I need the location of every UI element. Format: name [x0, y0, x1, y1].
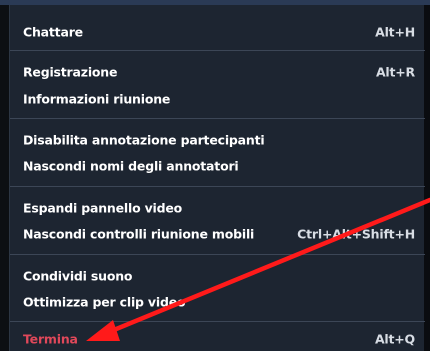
menu-item-label: Nascondi nomi degli annotatori [23, 158, 239, 173]
menu-item-label: Chattare [23, 24, 83, 39]
menu-item-optimize-video-clip[interactable]: Ottimizza per clip video [10, 288, 425, 315]
menu-divider [10, 118, 425, 119]
menu-item-label: Espandi pannello video [23, 200, 183, 215]
menu-item-end-meeting[interactable]: Termina Alt+Q [10, 325, 425, 351]
menu-item-chat[interactable]: Chattare Alt+H [10, 18, 425, 45]
menu-item-disable-annotation[interactable]: Disabilita annotazione partecipanti [10, 126, 425, 153]
menu-item-label: Condividi suono [23, 268, 133, 283]
menu-item-shortcut: Alt+H [375, 24, 415, 39]
menu-item-share-sound[interactable]: Condividi suono [10, 262, 425, 289]
menu-item-hide-annotator-names[interactable]: Nascondi nomi degli annotatori [10, 152, 425, 179]
menu-item-shortcut: Alt+R [375, 64, 415, 79]
menu-divider [10, 186, 425, 187]
menu-divider [10, 50, 425, 51]
menu-divider [10, 254, 425, 255]
menu-divider [10, 321, 425, 322]
menu-item-label: Ottimizza per clip video [23, 294, 186, 309]
menu-item-label: Disabilita annotazione partecipanti [23, 132, 265, 147]
background-left [0, 5, 9, 351]
menu-item-label: Nascondi controlli riunione mobili [23, 226, 255, 241]
menu-item-shortcut: Ctrl+Alt+Shift+H [297, 226, 415, 241]
screenshot-stage: Chattare Alt+H Registrazione Alt+R Infor… [0, 0, 430, 351]
menu-item-meeting-info[interactable]: Informazioni riunione [10, 85, 425, 112]
more-options-menu: Chattare Alt+H Registrazione Alt+R Infor… [9, 5, 425, 351]
menu-item-recording[interactable]: Registrazione Alt+R [10, 58, 425, 85]
menu-item-label: Registrazione [23, 64, 118, 79]
menu-item-label: Informazioni riunione [23, 91, 171, 106]
menu-item-hide-floating-controls[interactable]: Nascondi controlli riunione mobili Ctrl+… [10, 220, 425, 247]
menu-item-shortcut: Alt+Q [374, 331, 415, 346]
menu-item-label: Termina [23, 331, 78, 346]
menu-item-expand-video-panel[interactable]: Espandi pannello video [10, 194, 425, 221]
